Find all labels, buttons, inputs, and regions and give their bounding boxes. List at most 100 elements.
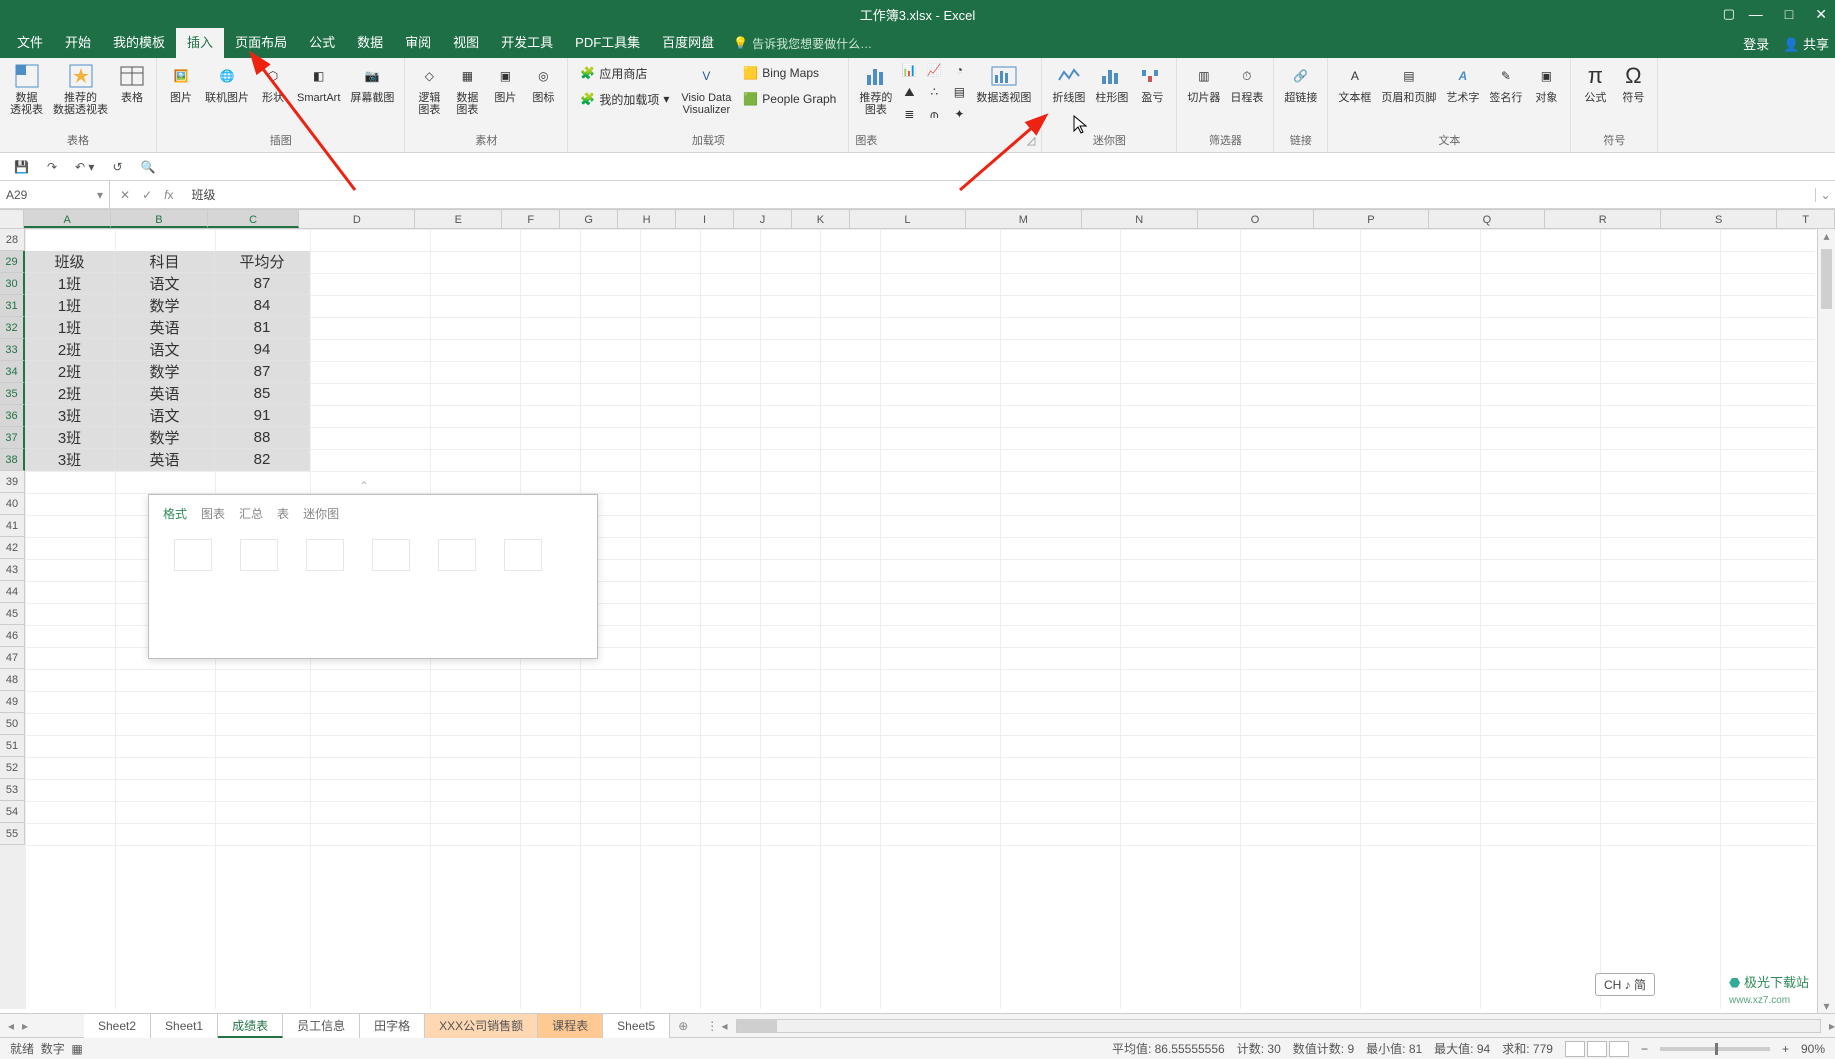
shapes-button[interactable]: ⬡形状 (255, 60, 291, 106)
row-header-38[interactable]: 38 (0, 449, 25, 471)
sparkline-line-button[interactable]: 折线图 (1048, 60, 1089, 106)
tab-template[interactable]: 我的模板 (102, 28, 176, 58)
vscroll-thumb[interactable] (1821, 249, 1832, 309)
tab-file[interactable]: 文件 (6, 28, 54, 58)
row-header-48[interactable]: 48 (0, 669, 25, 691)
quick-analysis-lens[interactable]: ⌃ 格式 图表 汇总 表 迷你图 (148, 494, 598, 659)
row-header-32[interactable]: 32 (0, 317, 25, 339)
spreadsheet-grid[interactable]: ABCDEFGHIJKLMNOPQRST 2829303132333435363… (0, 209, 1835, 1013)
fx-icon[interactable]: fx (164, 188, 173, 202)
cell-A35[interactable]: 2班 (25, 383, 115, 405)
slicer-button[interactable]: ▥切片器 (1183, 60, 1224, 106)
col-header-C[interactable]: C (208, 209, 300, 228)
row-header-46[interactable]: 46 (0, 625, 25, 647)
name-box[interactable]: A29▾ (0, 181, 110, 208)
cell-B38[interactable]: 英语 (115, 449, 215, 471)
bing-maps-button[interactable]: 🟨Bing Maps (743, 62, 836, 84)
undo-icon[interactable]: ↶ ▾ (75, 160, 94, 174)
table-button[interactable]: 表格 (114, 60, 150, 106)
cell-B30[interactable]: 语文 (115, 273, 215, 295)
cell-A31[interactable]: 1班 (25, 295, 115, 317)
col-header-F[interactable]: F (502, 209, 560, 228)
row-header-36[interactable]: 36 (0, 405, 25, 427)
lens-tab-chart[interactable]: 图表 (201, 505, 225, 522)
stock-chart-icon[interactable]: ≣ (898, 104, 920, 124)
col-header-B[interactable]: B (111, 209, 208, 228)
people-graph-button[interactable]: 🟩People Graph (743, 88, 836, 110)
charts-dialog-launcher[interactable]: ◿ (1027, 134, 1035, 152)
col-header-P[interactable]: P (1314, 209, 1430, 228)
sparkline-column-button[interactable]: 柱形图 (1091, 60, 1132, 106)
add-sheet-button[interactable]: ⊕ (670, 1019, 696, 1033)
row-header-47[interactable]: 47 (0, 647, 25, 669)
select-all-corner[interactable] (0, 209, 24, 228)
tab-formula[interactable]: 公式 (298, 28, 346, 58)
col-header-H[interactable]: H (618, 209, 676, 228)
col-header-L[interactable]: L (850, 209, 966, 228)
status-macro-icon[interactable]: ▦ (71, 1042, 82, 1056)
row-header-52[interactable]: 52 (0, 757, 25, 779)
ime-indicator[interactable]: CH ♪ 简 (1595, 973, 1655, 996)
col-header-M[interactable]: M (966, 209, 1082, 228)
line-chart-icon[interactable]: 📈 (923, 60, 945, 80)
bar-chart-icon[interactable]: 📊 (898, 60, 920, 80)
autosave-icon[interactable]: ▢ (1723, 6, 1735, 22)
model-4-button[interactable]: ◎图标 (525, 60, 561, 106)
row-header-31[interactable]: 31 (0, 295, 25, 317)
sheet-tab-员工信息[interactable]: 员工信息 (283, 1014, 360, 1038)
myaddins-button[interactable]: 🧩我的加载项 ▾ (580, 88, 669, 110)
cell-C31[interactable]: 84 (215, 295, 310, 317)
zoom-out[interactable]: − (1641, 1042, 1648, 1056)
row-header-40[interactable]: 40 (0, 493, 25, 515)
col-header-O[interactable]: O (1198, 209, 1314, 228)
signature-button[interactable]: ✎签名行 (1485, 60, 1526, 106)
row-header-34[interactable]: 34 (0, 361, 25, 383)
sheet-tab-田字格[interactable]: 田字格 (360, 1014, 425, 1038)
online-picture-button[interactable]: 🌐联机图片 (201, 60, 253, 106)
scatter-chart-icon[interactable]: ∴ (923, 82, 945, 102)
horizontal-scrollbar[interactable]: ⋮ ◂ ▸ (696, 1019, 1835, 1033)
model-2-button[interactable]: ▦数据 图表 (449, 60, 485, 118)
maximize-button[interactable]: □ (1785, 6, 1793, 23)
cell-C32[interactable]: 81 (215, 317, 310, 339)
combo-chart-icon[interactable]: ⫙ (923, 104, 945, 124)
lens-opt-2[interactable] (235, 539, 283, 594)
cell-C29[interactable]: 平均分 (215, 251, 310, 273)
row-header-28[interactable]: 28 (0, 229, 25, 251)
col-header-E[interactable]: E (415, 209, 502, 228)
cell-C37[interactable]: 88 (215, 427, 310, 449)
visio-button[interactable]: VVisio Data Visualizer (677, 60, 735, 118)
headerfooter-button[interactable]: ▤页眉和页脚 (1377, 60, 1440, 106)
col-header-D[interactable]: D (299, 209, 415, 228)
radar-chart-icon[interactable]: ✦ (948, 104, 970, 124)
row-header-55[interactable]: 55 (0, 823, 25, 845)
col-header-R[interactable]: R (1545, 209, 1661, 228)
cell-C34[interactable]: 87 (215, 361, 310, 383)
touch-mode-icon[interactable]: ↺ (112, 160, 122, 174)
tab-dev[interactable]: 开发工具 (490, 28, 564, 58)
cancel-formula-icon[interactable]: ✕ (120, 188, 130, 202)
row-header-37[interactable]: 37 (0, 427, 25, 449)
smartart-button[interactable]: ◧SmartArt (293, 60, 344, 106)
tab-data[interactable]: 数据 (346, 28, 394, 58)
row-header-33[interactable]: 33 (0, 339, 25, 361)
view-switcher[interactable] (1565, 1041, 1629, 1057)
lens-tab-sparkline[interactable]: 迷你图 (303, 505, 339, 522)
row-header-43[interactable]: 43 (0, 559, 25, 581)
recommended-pivot-button[interactable]: 推荐的 数据透视表 (49, 60, 112, 118)
row-header-51[interactable]: 51 (0, 735, 25, 757)
wordart-button[interactable]: A艺术字 (1442, 60, 1483, 106)
recommended-charts-button[interactable]: 推荐的 图表 (855, 60, 896, 118)
vertical-scrollbar[interactable]: ▴ ▾ (1817, 229, 1835, 1013)
sheet-tab-课程表[interactable]: 课程表 (538, 1014, 603, 1038)
sheet-tab-XXX公司销售额[interactable]: XXX公司销售额 (425, 1014, 538, 1038)
textbox-button[interactable]: A文本框 (1334, 60, 1375, 106)
model-3-button[interactable]: ▣图片 (487, 60, 523, 106)
tab-insert[interactable]: 插入 (176, 28, 224, 58)
lens-opt-1[interactable] (169, 539, 217, 594)
formula-input[interactable]: 班级 (183, 186, 1815, 203)
login-link[interactable]: 登录 (1743, 34, 1769, 53)
cell-A30[interactable]: 1班 (25, 273, 115, 295)
cell-A36[interactable]: 3班 (25, 405, 115, 427)
col-header-T[interactable]: T (1777, 209, 1835, 228)
